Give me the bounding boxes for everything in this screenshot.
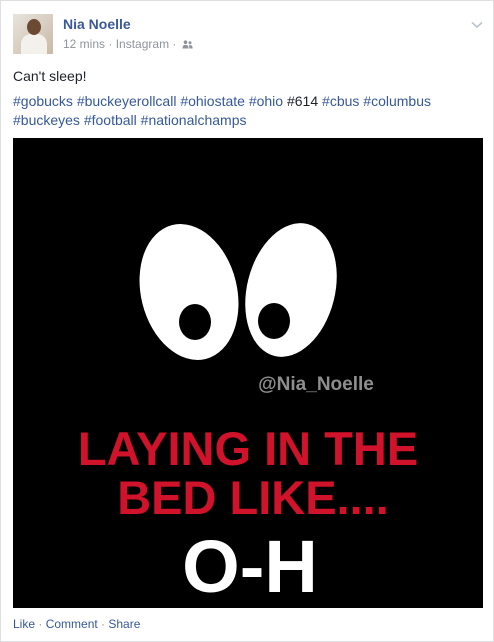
hashtags: #gobucks #buckeyerollcall #ohiostate #oh… (13, 92, 483, 130)
hashtags-line-1: #gobucks #buckeyerollcall #ohiostate #oh… (13, 92, 483, 111)
caption-line-1: LAYING IN THE (78, 422, 418, 475)
post-photo[interactable]: @Nia_Noelle LAYING IN THE BED LIKE.... O… (13, 138, 483, 608)
meta-separator: · (105, 37, 116, 51)
comment-link[interactable]: Comment (46, 617, 98, 631)
avatar-figure (21, 34, 47, 54)
hashtag-link[interactable]: #columbus (363, 93, 431, 109)
hashtag-link[interactable]: #cbus (322, 93, 359, 109)
post-meta: 12 mins · Instagram · (63, 37, 193, 52)
hashtag-link[interactable]: #buckeyerollcall (77, 93, 177, 109)
post-source[interactable]: Instagram (116, 37, 169, 51)
hashtag-link[interactable]: #ohio (249, 93, 283, 109)
meta-separator-2: · (169, 37, 180, 51)
avatar[interactable] (13, 14, 53, 54)
hashtags-line-2: #buckeyes #football #nationalchamps (13, 111, 483, 130)
like-link[interactable]: Like (13, 617, 35, 631)
hashtag-link[interactable]: #football (84, 112, 137, 128)
avatar-head (27, 19, 41, 35)
post-time[interactable]: 12 mins (63, 37, 105, 51)
caption-line-3: O-H (182, 525, 318, 608)
right-pupil (258, 303, 290, 339)
action-separator: · (35, 617, 46, 631)
hashtag-link[interactable]: #gobucks (13, 93, 73, 109)
chevron-down-icon[interactable] (471, 16, 483, 34)
watermark: @Nia_Noelle (258, 374, 374, 395)
hashtag-link[interactable]: #buckeyes (13, 112, 80, 128)
left-pupil (179, 304, 211, 340)
hashtag-link[interactable]: #ohiostate (180, 93, 245, 109)
post-actions: Like · Comment · Share (13, 617, 140, 631)
hashtag-link: #614 (286, 93, 319, 109)
author-name[interactable]: Nia Noelle (63, 16, 131, 32)
post-text: Can't sleep! (13, 68, 87, 84)
share-link[interactable]: Share (108, 617, 140, 631)
friends-icon[interactable] (182, 38, 193, 52)
hashtag-link[interactable]: #nationalchamps (141, 112, 247, 128)
post-card: Nia Noelle 12 mins · Instagram · Can't s… (0, 0, 494, 642)
action-separator-2: · (97, 617, 109, 631)
caption-line-2: BED LIKE.... (117, 471, 389, 524)
